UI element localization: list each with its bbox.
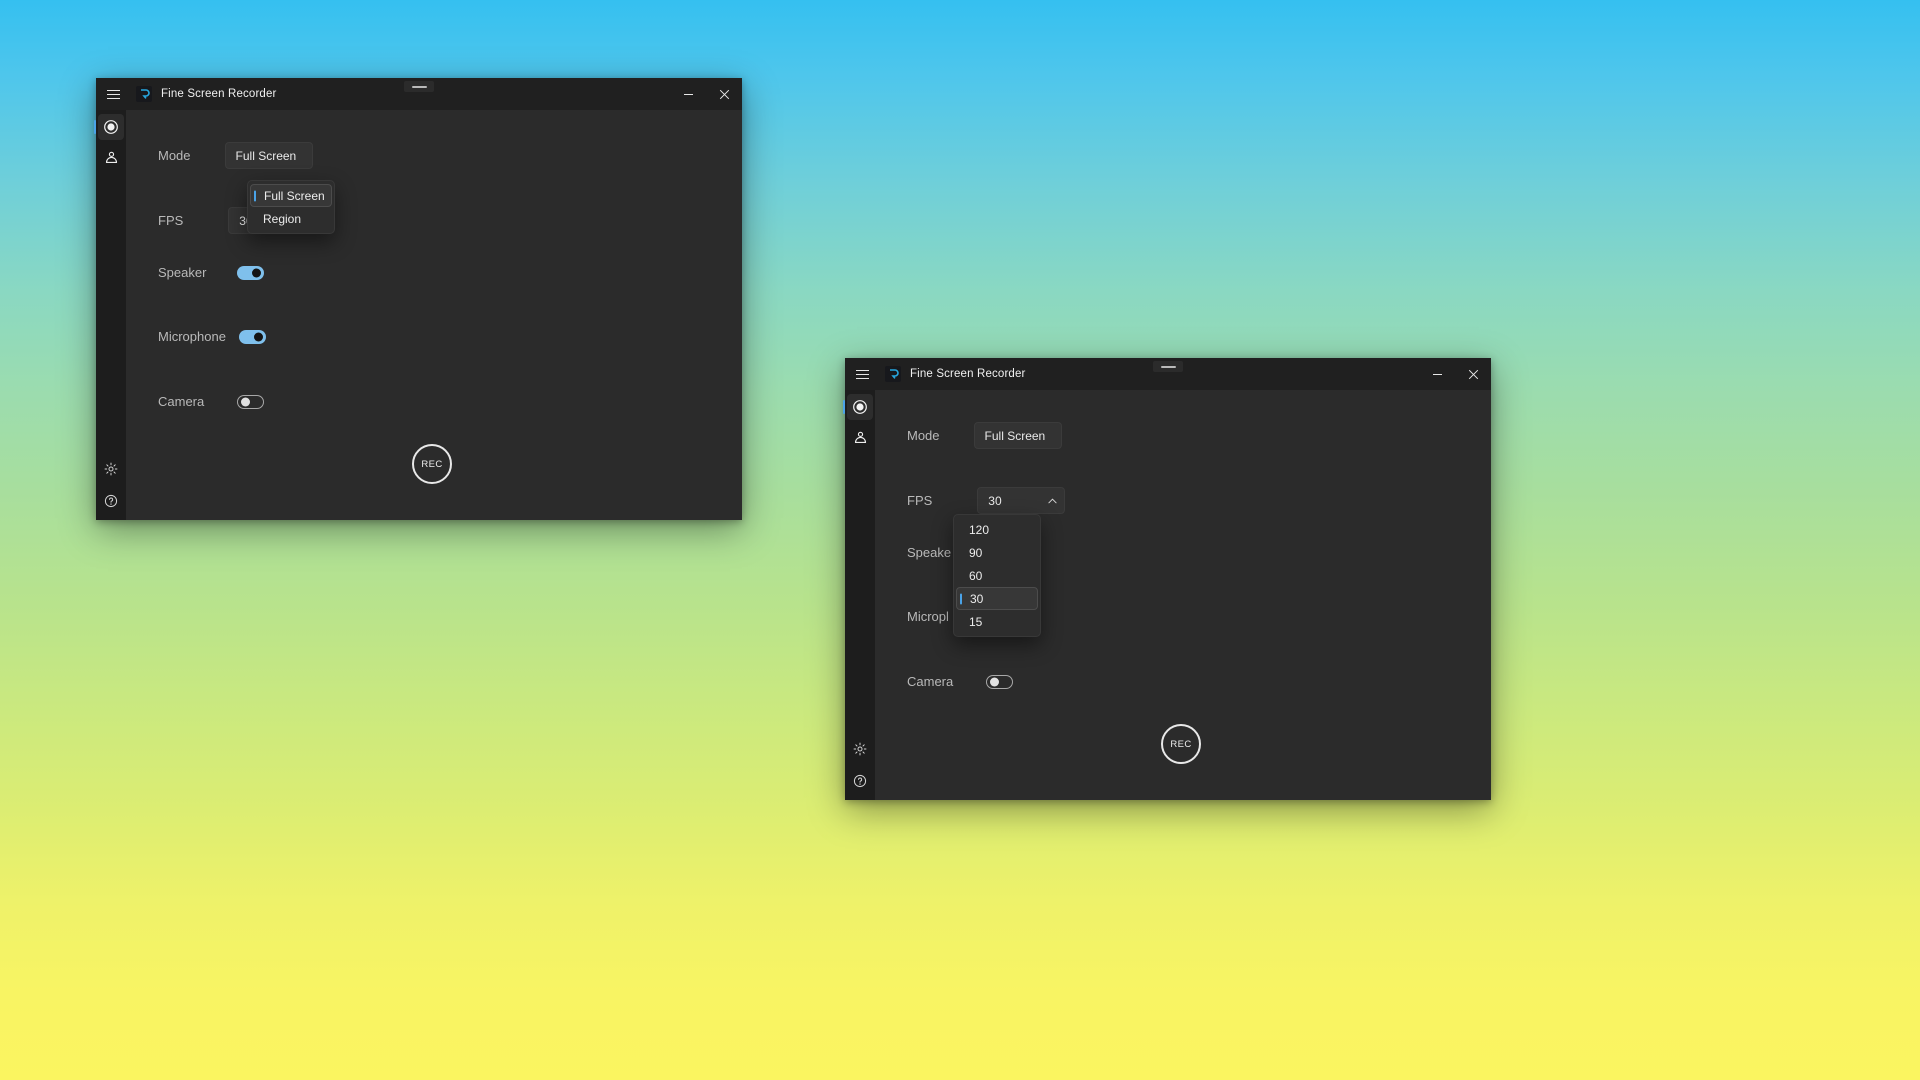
record-button-label: REC: [1170, 738, 1192, 750]
mode-label: Mode: [907, 428, 940, 443]
sidebar-item-account[interactable]: [98, 144, 124, 170]
gear-icon: [853, 742, 867, 756]
fps-selected-value: 30: [988, 493, 1002, 508]
record-button-label: REC: [421, 458, 443, 470]
microphone-row: Microphone: [158, 329, 266, 344]
speaker-toggle[interactable]: [237, 265, 265, 280]
desktop-background: Fine Screen Recorder Mode Full Screen FP…: [0, 0, 1920, 1080]
mode-label: Mode: [158, 148, 191, 163]
fps-option-30[interactable]: 30: [956, 587, 1038, 610]
titlebar[interactable]: Fine Screen Recorder: [845, 358, 1491, 390]
window-fine-screen-recorder-2[interactable]: Fine Screen Recorder Mode Full Screen FP…: [843, 358, 1491, 800]
record-circle-icon: [104, 120, 118, 134]
sidebar: [843, 390, 875, 800]
record-button[interactable]: REC: [412, 444, 452, 484]
fps-option-label: 60: [969, 568, 983, 583]
minimize-button[interactable]: [670, 78, 706, 110]
sidebar-item-record[interactable]: [843, 394, 873, 420]
microphone-label: Micropl: [907, 609, 949, 624]
app-logo-icon: [885, 366, 901, 382]
sidebar-item-settings[interactable]: [847, 736, 873, 762]
fps-label: FPS: [158, 213, 184, 228]
hamburger-icon[interactable]: [96, 78, 130, 110]
mode-combobox[interactable]: Full Screen: [224, 142, 313, 169]
close-button[interactable]: [706, 78, 742, 110]
hamburger-icon[interactable]: [845, 358, 879, 390]
mode-row: Mode Full Screen: [158, 142, 313, 169]
microphone-toggle[interactable]: [238, 329, 266, 344]
minimize-button[interactable]: [1419, 358, 1455, 390]
sidebar-item-account[interactable]: [847, 424, 873, 450]
sidebar-item-help[interactable]: [847, 768, 873, 794]
mode-row: Mode Full Screen: [907, 422, 1062, 449]
fps-option-120[interactable]: 120: [956, 518, 1038, 541]
sidebar: [94, 110, 126, 520]
mode-dropdown-list[interactable]: Full Screen Region: [247, 180, 335, 234]
fps-option-label: 120: [969, 522, 990, 537]
record-circle-icon: [853, 400, 867, 414]
fps-option-label: 15: [969, 614, 983, 629]
content-panel: Mode Full Screen FPS 30: [875, 390, 1491, 800]
camera-row: Camera: [158, 394, 265, 409]
question-circle-icon: [853, 774, 867, 788]
microphone-label: Microphone: [158, 329, 226, 344]
chevron-up-icon: [1048, 497, 1057, 503]
speaker-label: Speaker: [158, 265, 207, 280]
fps-row: FPS 30: [907, 487, 1066, 514]
window-title: Fine Screen Recorder: [910, 368, 1026, 380]
fps-option-90[interactable]: 90: [956, 541, 1038, 564]
speaker-row: Speake: [907, 545, 951, 560]
camera-label: Camera: [158, 394, 205, 409]
sidebar-item-settings[interactable]: [98, 456, 124, 482]
mode-option-label: Full Screen: [264, 188, 325, 203]
fps-option-15[interactable]: 15: [956, 610, 1038, 633]
mode-selected-value: Full Screen: [235, 148, 297, 163]
mode-option-region[interactable]: Region: [250, 207, 332, 230]
person-icon: [854, 431, 866, 443]
mode-combobox[interactable]: Full Screen: [973, 422, 1062, 449]
camera-toggle[interactable]: [237, 394, 265, 409]
speaker-row: Speaker: [158, 265, 265, 280]
app-logo-icon: [136, 86, 152, 102]
gear-icon: [104, 462, 118, 476]
close-button[interactable]: [1455, 358, 1491, 390]
content-panel: Mode Full Screen FPS 30: [126, 110, 742, 520]
sidebar-item-help[interactable]: [98, 488, 124, 514]
camera-toggle[interactable]: [986, 674, 1014, 689]
mode-option-full-screen[interactable]: Full Screen: [250, 184, 332, 207]
window-drag-handle[interactable]: [404, 81, 434, 92]
speaker-label: Speake: [907, 545, 952, 560]
window-controls: [1419, 358, 1491, 390]
fps-option-label: 30: [970, 591, 984, 606]
window-fine-screen-recorder-1[interactable]: Fine Screen Recorder Mode Full Screen FP…: [94, 78, 742, 520]
mode-option-label: Region: [263, 211, 302, 226]
titlebar[interactable]: Fine Screen Recorder: [96, 78, 742, 110]
person-icon: [105, 151, 117, 163]
fps-option-label: 90: [969, 545, 983, 560]
fps-combobox[interactable]: 30: [977, 487, 1066, 514]
fps-label: FPS: [907, 493, 933, 508]
fps-option-60[interactable]: 60: [956, 564, 1038, 587]
record-button[interactable]: REC: [1161, 724, 1201, 764]
mode-selected-value: Full Screen: [984, 428, 1046, 443]
sidebar-item-record[interactable]: [94, 114, 124, 140]
microphone-row: Micropl: [907, 609, 949, 624]
window-drag-handle[interactable]: [1153, 361, 1183, 372]
question-circle-icon: [104, 494, 118, 508]
window-controls: [670, 78, 742, 110]
camera-row: Camera: [907, 674, 1014, 689]
fps-dropdown-list[interactable]: 120 90 60 30 15: [953, 514, 1041, 637]
window-title: Fine Screen Recorder: [161, 88, 277, 100]
camera-label: Camera: [907, 674, 954, 689]
